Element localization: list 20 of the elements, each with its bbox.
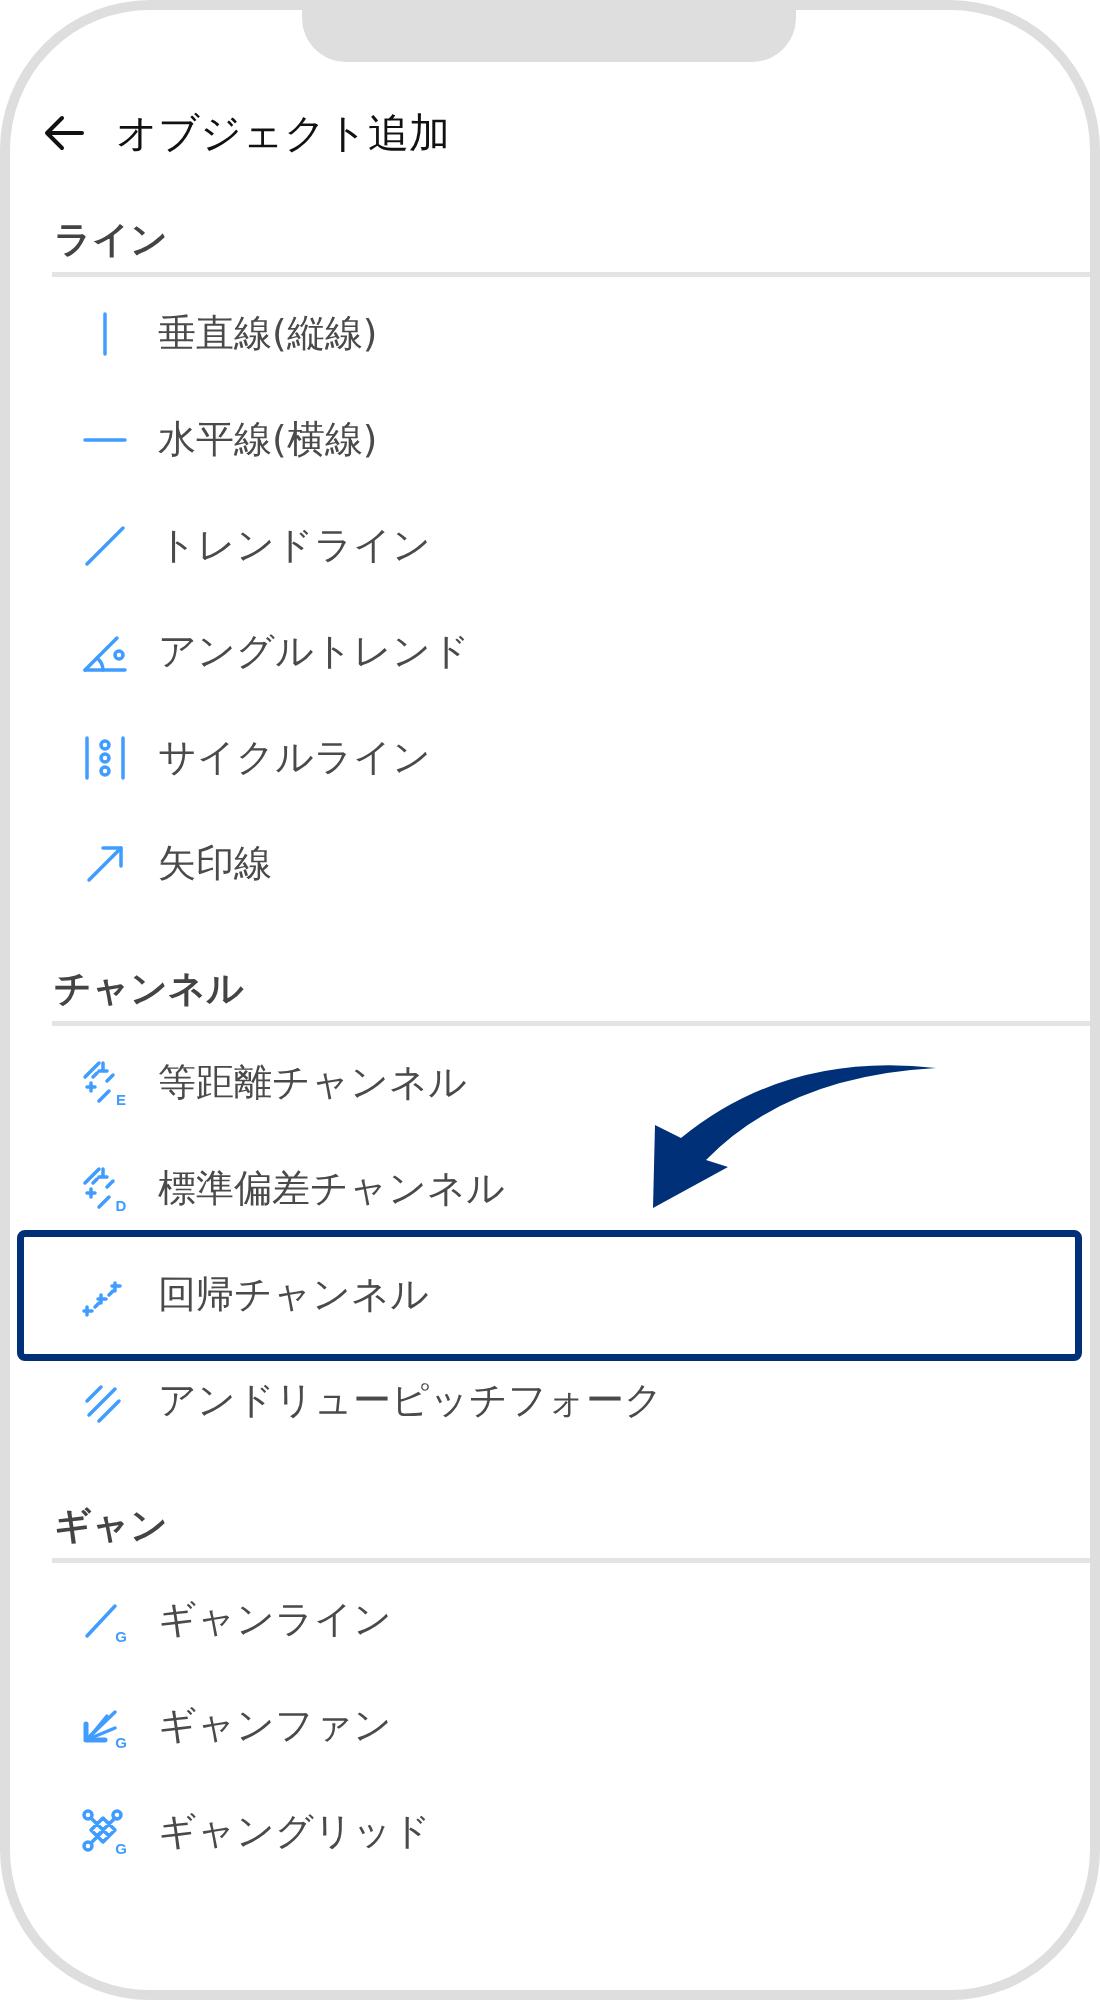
section-title: チャンネル: [54, 966, 245, 1012]
menu-item[interactable]: サイクルライン: [52, 705, 439, 811]
menu-item[interactable]: G ギャンファン: [52, 1673, 400, 1779]
section-title: ギャン: [54, 1503, 169, 1549]
horizontal-tool-icon: [83, 437, 127, 443]
menu-item[interactable]: G ギャンライン: [52, 1567, 400, 1673]
menu-item[interactable]: 回帰チャンネル: [52, 1242, 437, 1348]
menu-item[interactable]: D 標準偏差チャンネル: [52, 1136, 513, 1242]
back-icon[interactable]: [42, 113, 86, 153]
menu-item[interactable]: 矢印線: [52, 811, 280, 917]
menu-item[interactable]: トレンドライン: [52, 493, 439, 599]
menu-item[interactable]: 垂直線(縦線): [52, 281, 386, 387]
menu-item[interactable]: G ギャングリッド: [52, 1779, 439, 1885]
section-title: ライン: [54, 217, 169, 263]
menu-item[interactable]: 水平線(横線): [52, 387, 386, 493]
screen-title: オブジェクト追加: [116, 107, 450, 159]
menu-item[interactable]: E 等距離チャンネル: [52, 1030, 475, 1136]
menu-item[interactable]: アングルトレンド: [52, 599, 478, 705]
vertical-tool-icon: [102, 312, 108, 356]
menu-item[interactable]: アンドリューピッチフォーク: [52, 1348, 671, 1454]
